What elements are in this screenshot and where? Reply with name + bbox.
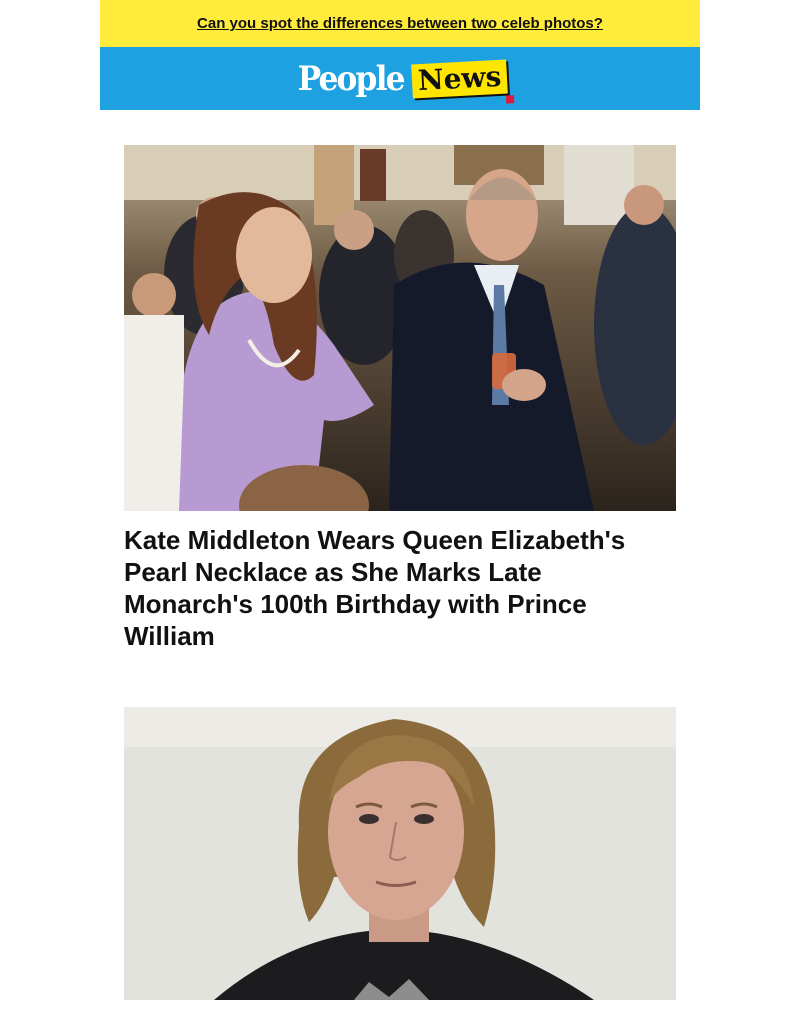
logo-people-text: People — [297, 58, 405, 99]
article-card: Kate Middleton Wears Queen Elizabeth's P… — [124, 145, 676, 652]
people-news-logo[interactable]: People News — [293, 58, 515, 104]
promo-banner: Can you spot the differences between two… — [100, 0, 700, 47]
photo-kate-william — [124, 145, 676, 511]
article-card — [124, 707, 676, 1013]
email-container: Can you spot the differences between two… — [100, 0, 700, 1000]
photo-mugshot — [124, 707, 676, 1000]
promo-link[interactable]: Can you spot the differences between two… — [197, 15, 603, 32]
logo-news-badge: News — [411, 59, 515, 104]
masthead: People News — [100, 47, 700, 110]
logo-news-text: News — [417, 59, 503, 97]
article-image[interactable] — [124, 707, 676, 1000]
article-image[interactable] — [124, 145, 676, 511]
logo-red-dot — [506, 94, 515, 104]
article-headline[interactable]: Kate Middleton Wears Queen Elizabeth's P… — [124, 524, 676, 652]
